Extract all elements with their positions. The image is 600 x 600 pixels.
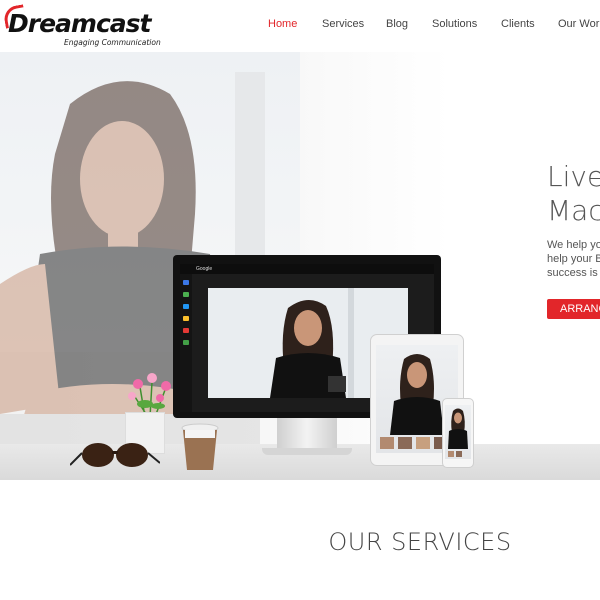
monitor-stand <box>277 418 337 450</box>
arrange-demo-button[interactable]: ARRANG <box>547 299 600 319</box>
monitor-base <box>262 448 352 455</box>
hero-text-line3: success is <box>547 267 598 279</box>
logo-tagline: Engaging Communication <box>64 38 161 47</box>
services-heading: OUR SERVICES <box>328 528 512 556</box>
hero-text-line2: help your B <box>547 253 600 265</box>
main-nav: Home Services Blog Solutions Clients Our… <box>0 18 600 34</box>
hero-title-line2: Mac <box>547 194 600 227</box>
nav-item-blog[interactable]: Blog <box>386 18 408 30</box>
flower-icon <box>128 373 171 417</box>
nav-item-services[interactable]: Services <box>322 18 364 30</box>
phone-image <box>442 398 474 468</box>
site-header: Dreamcast Engaging Communication Home Se… <box>0 0 600 52</box>
hero-title-line1: Live <box>547 160 600 193</box>
nav-item-our-work[interactable]: Our Work <box>558 18 600 30</box>
nav-item-home[interactable]: Home <box>268 18 297 30</box>
video-app-label: Google <box>196 266 213 272</box>
hero-text-line1: We help yo <box>547 239 600 251</box>
video-app-bar: Google <box>180 264 434 274</box>
sunglasses-icon <box>70 443 160 467</box>
hero-section: Google Live Mac We help yo help your B s… <box>0 52 600 480</box>
nav-item-clients[interactable]: Clients <box>501 18 535 30</box>
coffee-cup-icon <box>181 423 219 470</box>
nav-item-solutions[interactable]: Solutions <box>432 18 477 30</box>
phone-screen <box>445 405 471 459</box>
